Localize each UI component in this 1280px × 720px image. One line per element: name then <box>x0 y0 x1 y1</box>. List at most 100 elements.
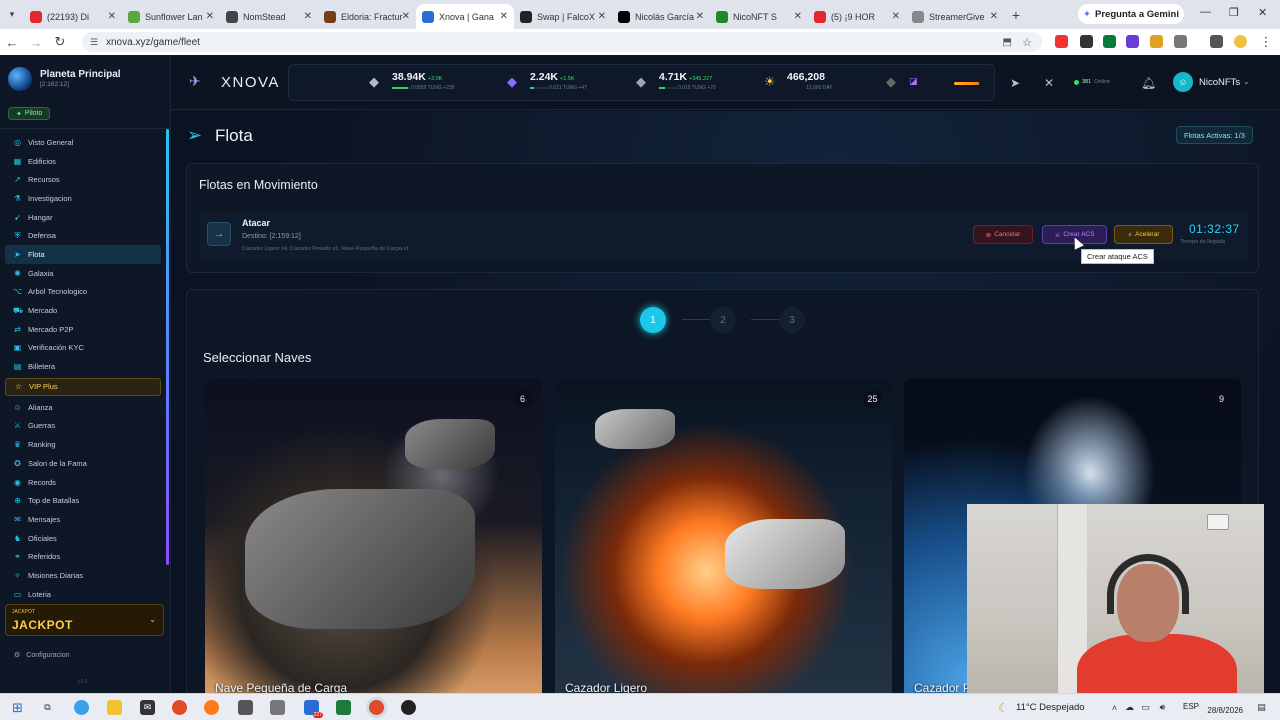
weather-text[interactable]: 11°C Despejado <box>1016 702 1085 713</box>
step-3[interactable]: 3 <box>779 307 805 333</box>
clock[interactable]: 28/8/2026 <box>1205 696 1243 715</box>
sidebar-item-mercado[interactable]: ⛟ Mercado <box>5 301 161 320</box>
extension-icon[interactable] <box>1055 35 1068 48</box>
sidebar-item-galaxia[interactable]: ✺ Galaxia <box>5 264 161 283</box>
sidebar-item-mercado-p2p[interactable]: ⇄ Mercado P2P <box>5 320 161 339</box>
sidebar-item-guerras[interactable]: ⚔ Guerras <box>5 417 161 436</box>
close-tab-icon[interactable]: ✕ <box>794 11 802 22</box>
browser-tab[interactable]: Eldoria: Fractur ✕ <box>318 4 416 29</box>
sidebar-item-hangar[interactable]: ➹ Hangar <box>5 208 161 227</box>
task-view-icon[interactable]: ⧉ <box>40 700 55 715</box>
close-tab-icon[interactable]: ✕ <box>500 11 508 22</box>
cancel-button[interactable]: ⊗ Cancelar <box>973 225 1033 244</box>
tray-up-icon[interactable]: ˄ <box>1107 700 1122 715</box>
sidebar-item-alianza[interactable]: ☺ Alianza <box>5 398 161 417</box>
chevron-down-icon[interactable]: ⌄ <box>1243 77 1250 86</box>
sidebar-item-edificios[interactable]: ▦ Edificios <box>5 152 161 171</box>
sidebar-item-oficiales[interactable]: ♞ Oficiales <box>5 529 161 548</box>
telegram-icon[interactable]: ➤ <box>1010 76 1020 90</box>
copilot-icon[interactable] <box>74 700 89 715</box>
browser-tab[interactable]: Xnova | Gana ✕ <box>416 4 514 29</box>
network-icon[interactable]: ▭ <box>1138 700 1153 715</box>
app-icon[interactable] <box>238 700 253 715</box>
browser-tab[interactable]: StreamerGive ✕ <box>906 4 1004 29</box>
profile-avatar[interactable] <box>1234 35 1247 48</box>
app-icon[interactable]: 227 <box>304 700 323 718</box>
address-bar[interactable]: ☰ xnova.xyz/game/fleet ⬒ ☆ <box>82 32 1042 52</box>
sidebar-item-mensajes[interactable]: ✉ Mensajes <box>5 510 161 529</box>
jackpot-panel[interactable]: JACKPOT JACKPOT ⌄ <box>5 604 164 636</box>
gemini-button[interactable]: ✦ Pregunta a Gemini <box>1078 4 1184 24</box>
close-tab-icon[interactable]: ✕ <box>108 11 116 22</box>
browser-tab[interactable]: (22193) Di ✕ <box>24 4 122 29</box>
minimize-button[interactable]: — <box>1200 6 1211 18</box>
username[interactable]: NicoNFTs <box>1199 77 1240 88</box>
excel-icon[interactable] <box>336 700 351 715</box>
sidebar-item-top-de-batallas[interactable]: ⊕ Top de Batallas <box>5 491 161 510</box>
browser-tab[interactable]: (5) ¡9 HOR ✕ <box>808 4 906 29</box>
planet-name[interactable]: Planeta Principal <box>40 69 121 80</box>
file-explorer-icon[interactable] <box>107 700 122 715</box>
back-icon[interactable]: ← <box>0 35 24 50</box>
sidebar-item-defensa[interactable]: ⛨ Defensa <box>5 226 161 245</box>
tab-search-icon[interactable]: ▾ <box>0 9 24 20</box>
gem-icon[interactable]: ◆ <box>886 74 896 90</box>
sidebar-item-loteria[interactable]: ▭ Loteria <box>5 585 161 604</box>
windows-start-icon[interactable]: ⊞ <box>10 700 25 715</box>
browser-tab[interactable]: NomStead ✕ <box>220 4 318 29</box>
browser-tab[interactable]: NicoNFT S ✕ <box>710 4 808 29</box>
settings-link[interactable]: ⚙ Configuracion <box>14 651 69 660</box>
maximize-button[interactable]: ❐ <box>1229 6 1239 19</box>
chrome-icon[interactable] <box>172 700 187 715</box>
extensions-puzzle-icon[interactable] <box>1174 35 1187 48</box>
x-social-icon[interactable]: ✕ <box>1044 76 1054 90</box>
step-2[interactable]: 2 <box>710 307 736 333</box>
forward-icon[interactable]: → <box>24 35 48 50</box>
extension-icon[interactable] <box>1126 35 1139 48</box>
chrome-active-icon[interactable] <box>369 700 384 715</box>
close-tab-icon[interactable]: ✕ <box>304 11 312 22</box>
close-window-button[interactable]: ✕ <box>1258 6 1267 19</box>
bell-icon[interactable]: 🔔︎ <box>1141 76 1156 90</box>
language-indicator[interactable]: ESP <box>1183 702 1199 711</box>
close-tab-icon[interactable]: ✕ <box>892 11 900 22</box>
new-tab-button[interactable]: + <box>1004 7 1028 23</box>
sidebar-item-vip-plus[interactable]: ☆ VIP Plus <box>5 377 161 396</box>
sidebar-item-visto-general[interactable]: ◎ Visto General <box>5 133 161 152</box>
notification-icon[interactable]: ▤ <box>1254 700 1269 715</box>
mail-icon[interactable]: ✉ <box>140 700 155 715</box>
site-info-icon[interactable]: ☰ <box>90 37 98 48</box>
sidebar-item-misiones-diarias[interactable]: ✧ Misiones Diarias <box>5 566 161 585</box>
reload-icon[interactable]: ↻ <box>48 34 72 50</box>
sidebar-item-verificaci-n-kyc[interactable]: ▣ Verificación KYC <box>5 339 161 358</box>
dark-matter-icon[interactable]: ◪ <box>909 76 918 87</box>
chevron-down-icon[interactable]: ⌄ <box>149 615 156 624</box>
menu-dots-icon[interactable]: ⋮ <box>1254 34 1278 50</box>
sidebar-item-ranking[interactable]: ♛ Ranking <box>5 435 161 454</box>
onedrive-icon[interactable]: ☁ <box>1122 700 1137 715</box>
sidebar-item-arbol-tecnologico[interactable]: ⌥ Arbol Tecnologico <box>5 283 161 302</box>
volume-icon[interactable]: 🔊︎ <box>1155 700 1170 715</box>
accelerate-button[interactable]: ⚡︎ Acelerar <box>1114 225 1173 244</box>
close-tab-icon[interactable]: ✕ <box>206 11 214 22</box>
sidebar-scrollbar[interactable] <box>166 129 169 565</box>
app-icon[interactable] <box>270 700 285 715</box>
xnova-logo[interactable]: XNOVA <box>221 74 280 91</box>
close-tab-icon[interactable]: ✕ <box>402 11 410 22</box>
media-icon[interactable] <box>1210 35 1223 48</box>
sidebar-item-flota[interactable]: ➤ Flota <box>5 245 161 264</box>
browser-tab[interactable]: Sunflower Lan ✕ <box>122 4 220 29</box>
user-avatar[interactable]: ☺ <box>1173 72 1193 92</box>
firefox-icon[interactable] <box>204 700 219 715</box>
extension-icon[interactable] <box>1150 35 1163 48</box>
sidebar-item-recursos[interactable]: ↗ Recursos <box>5 170 161 189</box>
extension-icon[interactable] <box>1080 35 1093 48</box>
close-tab-icon[interactable]: ✕ <box>696 11 704 22</box>
app-icon[interactable] <box>401 700 416 715</box>
extension-icon[interactable] <box>1103 35 1116 48</box>
sidebar-item-records[interactable]: ◉ Records <box>5 473 161 492</box>
sidebar-item-salon-de-la-fama[interactable]: ✪ Salon de la Fama <box>5 454 161 473</box>
bookmark-star-icon[interactable]: ☆ <box>1022 36 1032 49</box>
browser-tab[interactable]: Swap | FalcoX ✕ <box>514 4 612 29</box>
ship-card-small-cargo[interactable]: 6 Nave Pequeña de Carga <box>205 379 542 699</box>
